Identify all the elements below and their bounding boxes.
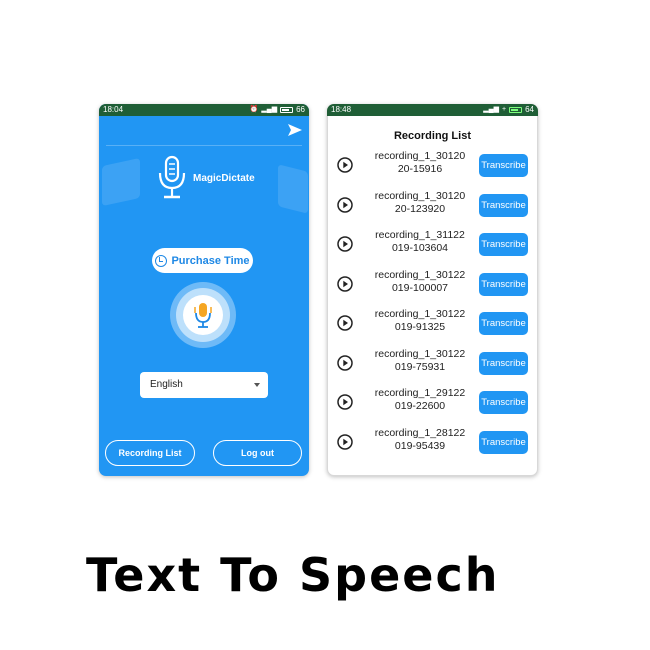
recording-name-line1: recording_1_30122	[374, 347, 466, 360]
purchase-time-label: Purchase Time	[171, 254, 250, 267]
background-decoration	[278, 164, 308, 214]
recording-name: recording_1_30122 019-100007	[365, 269, 475, 295]
background-decoration	[102, 157, 140, 207]
play-icon[interactable]	[337, 275, 353, 292]
recording-name: recording_1_30120 20-123920	[365, 190, 475, 216]
clock-icon	[155, 254, 168, 267]
play-icon[interactable]	[337, 433, 353, 450]
alarm-icon: ⏰	[249, 106, 259, 113]
list-item: recording_1_28122 019-95439 Transcribe	[327, 423, 538, 461]
recording-name: recording_1_31122 019-103604	[365, 229, 475, 255]
list-item: recording_1_30120 20-123920 Transcribe	[327, 186, 538, 224]
transcribe-button[interactable]: Transcribe	[479, 272, 528, 296]
logout-button[interactable]: Log out	[213, 440, 302, 466]
status-bar: 18:04 ⏰ ▂▄▆ 66	[99, 104, 309, 116]
list-item: recording_1_31122 019-103604 Transcribe	[327, 225, 538, 263]
recording-name-line1: recording_1_30120	[374, 189, 466, 202]
signal-icon: ▂▄▆	[483, 106, 499, 113]
play-icon[interactable]	[337, 315, 353, 331]
recording-name-line2: 019-75931	[394, 360, 446, 373]
recording-name: recording_1_28122 019-95439	[365, 427, 475, 453]
recording-name-line2: 019-91325	[394, 321, 446, 333]
recording-name-line1: recording_1_30120	[374, 150, 466, 162]
list-item: recording_1_30122 019-75931 Transcribe	[327, 344, 538, 382]
language-select[interactable]: English	[140, 372, 268, 398]
play-icon[interactable]	[337, 157, 353, 173]
recording-name-line2: 019-100007	[391, 281, 449, 294]
app-name: MagicDictate	[193, 173, 255, 184]
transcribe-button[interactable]: Transcribe	[479, 312, 528, 335]
recording-name-line2: 20-123920	[394, 202, 446, 215]
battery-level: 66	[296, 105, 305, 114]
status-icons: ⏰ ▂▄▆ 66	[250, 104, 305, 116]
play-icon[interactable]	[337, 394, 353, 410]
dropdown-arrow-icon	[254, 383, 260, 387]
transcribe-button[interactable]: Transcribe	[479, 154, 528, 177]
list-item: recording_1_30122 019-100007 Transcribe	[327, 265, 538, 303]
caption-heading: Text To Speech	[86, 548, 500, 602]
purchase-time-button[interactable]: Purchase Time	[152, 248, 253, 273]
recording-name-line2: 019-95439	[394, 439, 446, 452]
status-time: 18:04	[103, 105, 124, 114]
recording-list-button[interactable]: Recording List	[105, 440, 195, 466]
header-divider	[106, 145, 302, 146]
page-title: Recording List	[393, 130, 471, 142]
recording-name-line1: recording_1_29122	[374, 387, 466, 399]
recording-name-line1: recording_1_28122	[374, 426, 466, 439]
charging-icon: +	[502, 106, 507, 113]
microphone-icon[interactable]	[192, 301, 214, 329]
recording-name: recording_1_29122 019-22600	[365, 387, 475, 413]
recording-name-line2: 019-103604	[391, 242, 449, 254]
transcribe-button[interactable]: Transcribe	[479, 193, 528, 217]
status-bar: 18:48 ▂▄▆ + 64	[327, 104, 538, 116]
microphone-logo-icon	[158, 155, 186, 199]
signal-icon: ▂▄▆	[261, 106, 278, 113]
list-item: recording_1_29122 019-22600 Transcribe	[327, 383, 538, 421]
recording-name-line2: 20-15916	[397, 163, 443, 175]
transcribe-button[interactable]: Transcribe	[479, 351, 528, 375]
list-item: recording_1_30120 20-15916 Transcribe	[327, 146, 538, 184]
play-icon[interactable]	[337, 196, 353, 213]
recording-name: recording_1_30122 019-91325	[365, 308, 475, 334]
transcribe-button[interactable]: Transcribe	[479, 233, 528, 256]
battery-icon	[280, 107, 294, 113]
send-icon[interactable]	[287, 123, 303, 137]
recording-name-line1: recording_1_31122	[375, 229, 465, 241]
list-item: recording_1_30122 019-91325 Transcribe	[327, 304, 538, 342]
recording-name-line1: recording_1_30122	[374, 268, 466, 281]
play-icon[interactable]	[337, 236, 353, 252]
battery-level: 64	[525, 105, 534, 114]
status-time: 18:48	[331, 105, 352, 114]
recording-name: recording_1_30122 019-75931	[365, 348, 475, 374]
transcribe-button[interactable]: Transcribe	[479, 391, 528, 414]
transcribe-button[interactable]: Transcribe	[479, 430, 528, 454]
recording-name: recording_1_30120 20-15916	[365, 150, 475, 176]
language-value: English	[150, 379, 183, 390]
recording-name-line2: 019-22600	[394, 400, 446, 412]
status-icons: ▂▄▆ + 64	[483, 104, 534, 116]
battery-icon	[509, 107, 523, 113]
play-icon[interactable]	[337, 354, 353, 371]
recording-name-line1: recording_1_30122	[374, 308, 466, 320]
